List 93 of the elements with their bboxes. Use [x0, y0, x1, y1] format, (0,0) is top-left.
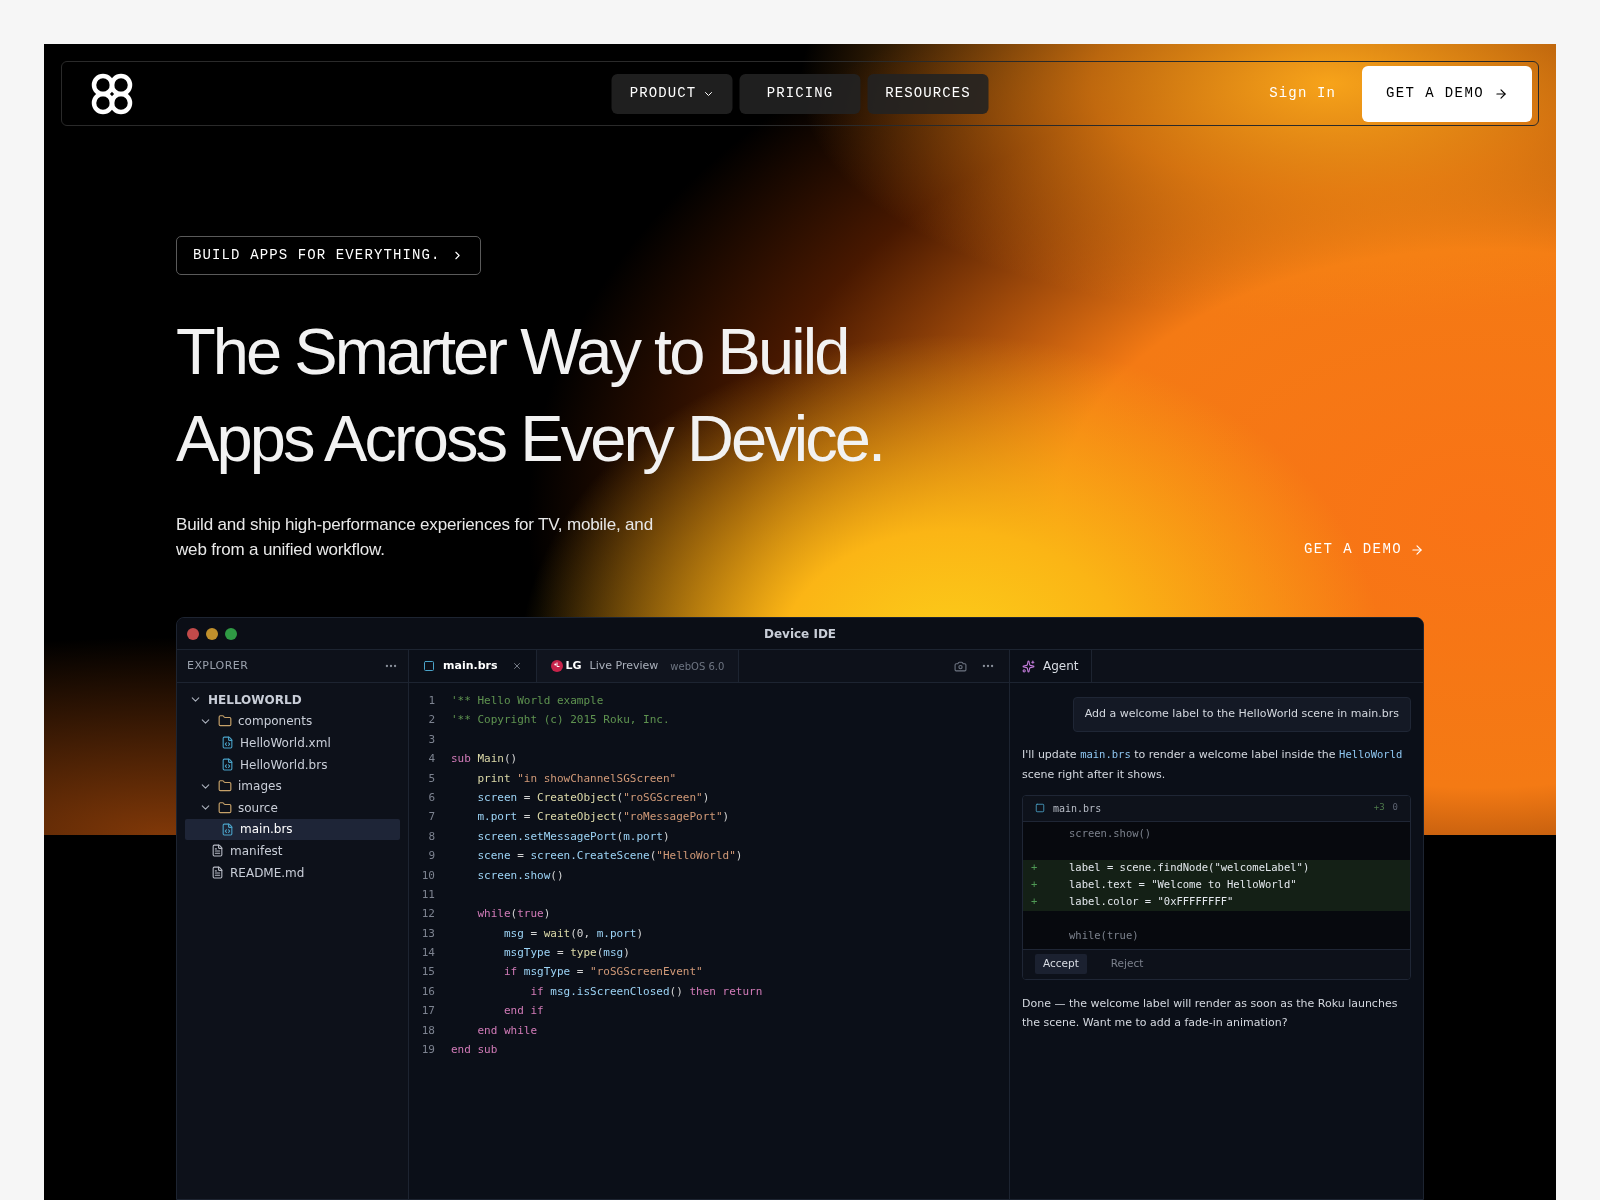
line-number: 13 — [420, 925, 435, 942]
user-message: Add a welcome label to the HelloWorld scene in main.brs — [1072, 697, 1411, 732]
agent-message: I'll update main.brs to render a welcome label inside the HelloWorld scene right after it shows. — [1022, 746, 1404, 783]
file-icon — [423, 660, 435, 672]
code-line: print "in showChannelSGScreen" — [476, 770, 677, 787]
hero-subtitle: Build and ship high-performance experiences for TV, mobile, and web from a unified workflow. — [176, 514, 654, 561]
added-marker: + — [1031, 877, 1039, 893]
code-line: '** Copyright (c) 2015 Roku, Inc. — [451, 712, 670, 729]
diff-line: screen.show() — [1069, 826, 1152, 842]
line-number: 11 — [420, 886, 435, 903]
line-number: 6 — [427, 789, 435, 806]
tree-item[interactable]: main.brs — [185, 818, 400, 841]
code-file-icon — [221, 822, 234, 836]
code-line: end sub — [451, 1042, 498, 1059]
code-line: screen.show() — [476, 867, 564, 884]
code-line: if msgType = "roSGScreenEvent" — [502, 964, 703, 981]
line-number: 9 — [427, 848, 435, 865]
nav-link[interactable]: RESOURCES — [867, 73, 989, 114]
code-line: screen = CreateObject("roSGScreen") — [476, 789, 710, 806]
code-line: end while — [476, 1022, 538, 1039]
diff-file-name: main.brs — [1053, 801, 1102, 816]
diff-line: label.text = "Welcome to HelloWorld" — [1069, 877, 1297, 893]
tab-label: Live Preview — [589, 657, 659, 674]
nav-link[interactable]: PRODUCT — [611, 73, 733, 114]
line-number: 8 — [427, 828, 435, 845]
minimize-button[interactable] — [206, 627, 218, 640]
line-number: 10 — [420, 867, 435, 884]
line-number: 18 — [420, 1022, 435, 1039]
code-line: sub Main() — [451, 751, 518, 768]
reject-button[interactable]: Reject — [1102, 954, 1152, 974]
line-number: 12 — [420, 906, 435, 923]
code-line: msg = wait(0, m.port) — [502, 925, 644, 942]
logo-icon[interactable] — [90, 71, 134, 116]
folder-icon — [218, 800, 232, 815]
file-icon — [1035, 803, 1045, 813]
line-number: 15 — [420, 964, 435, 981]
line-number: 17 — [420, 1003, 435, 1020]
tab-label: main.brs — [443, 657, 498, 674]
document-icon — [211, 866, 224, 880]
tree-item[interactable]: components — [185, 710, 400, 733]
window-title: Device IDE — [763, 625, 837, 643]
line-number: 4 — [427, 751, 435, 768]
maximize-button[interactable] — [225, 627, 237, 640]
code-line: msgType = type(msg) — [502, 945, 630, 962]
line-number: 14 — [420, 945, 435, 962]
tree-item[interactable]: HelloWorld.xml — [185, 732, 400, 754]
line-number: 1 — [427, 693, 435, 709]
badge-link[interactable]: BUILD APPS FOR EVERYTHING. — [176, 236, 481, 275]
code-file-icon — [221, 758, 234, 772]
close-icon[interactable] — [511, 661, 522, 671]
editor-tab[interactable]: LG Live Preview webOS 6.0 — [536, 650, 740, 682]
get-demo-button[interactable]: GET A DEMO — [1362, 65, 1532, 122]
tree-item[interactable]: source — [185, 796, 400, 819]
hero-title: The Smarter Way to Build Apps Across Every Device. — [176, 314, 885, 477]
tree-item[interactable]: README.md — [185, 861, 400, 884]
diff-line: while(true) — [1069, 928, 1139, 944]
line-number: 3 — [427, 731, 435, 748]
tree-item[interactable]: manifest — [185, 840, 400, 862]
tab-detail: webOS 6.0 — [670, 659, 725, 674]
agent-message: Done — the welcome label will render as soon as the Roku launches the scene. Want me to add a fade-in animation? — [1022, 995, 1399, 1031]
line-number: 2 — [427, 712, 435, 729]
diff-line: label.color = "0xFFFFFFFF" — [1069, 894, 1234, 910]
sparkles-icon — [1022, 659, 1035, 673]
code-line: '** Hello World example — [451, 693, 604, 709]
folder-icon — [218, 714, 232, 729]
folder-icon — [218, 779, 232, 794]
panel-title: EXPLORER — [187, 657, 249, 674]
added-marker: + — [1031, 860, 1039, 876]
tree-item[interactable]: HelloWorld.brs — [185, 753, 400, 776]
accept-button[interactable]: Accept — [1035, 954, 1087, 974]
camera-icon[interactable] — [954, 659, 967, 673]
close-button[interactable] — [187, 627, 199, 640]
code-line: scene = screen.CreateScene("HelloWorld") — [476, 848, 743, 865]
added-marker: + — [1031, 894, 1039, 910]
brand-name: LG — [565, 657, 582, 674]
code-line: screen.setMessagePort(m.port) — [476, 828, 670, 845]
code-file-icon — [221, 736, 234, 750]
line-number: 16 — [420, 983, 435, 1000]
nav-link[interactable]: PRICING — [739, 73, 861, 114]
document-icon — [211, 844, 224, 858]
tree-item[interactable]: images — [185, 775, 400, 797]
tree-item[interactable]: HELLOWORLD — [185, 689, 400, 711]
code-line: if msg.isScreenClosed() then return — [529, 983, 763, 1000]
code-line: while(true) — [476, 906, 551, 923]
line-number: 19 — [420, 1042, 435, 1059]
diff-line: label = scene.findNode("welcomeLabel") — [1069, 860, 1310, 876]
removed-count: 0 — [1392, 801, 1398, 815]
brand-logo-icon — [550, 660, 563, 672]
added-count: +3 — [1373, 801, 1385, 815]
line-number: 7 — [427, 809, 435, 826]
line-number: 5 — [427, 770, 435, 787]
code-line: end if — [502, 1003, 544, 1020]
code-line: m.port = CreateObject("roMessagePort") — [476, 809, 730, 826]
